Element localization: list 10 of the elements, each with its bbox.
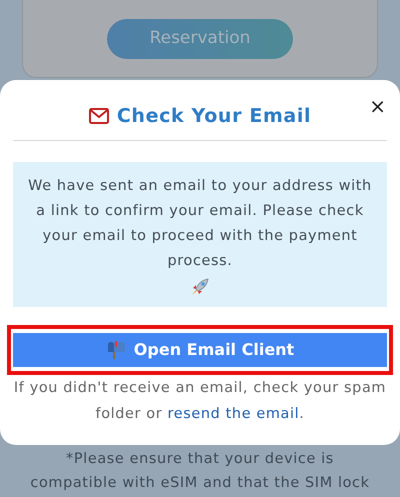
- open-email-client-button[interactable]: Open Email Client: [13, 330, 387, 368]
- close-button[interactable]: ×: [367, 94, 388, 118]
- message-text: We have sent an email to your address with a link to confirm your email. Please check your email to proceed with the payment process.: [27, 176, 373, 270]
- mailbox-icon: [106, 340, 126, 358]
- footer-text: If you didn't receive an email, check your spam folder or resend the email.: [13, 378, 387, 424]
- resend-link[interactable]: resend the email: [168, 406, 300, 422]
- envelope-icon: [88, 108, 109, 124]
- rocket-icon: [189, 276, 211, 298]
- note-text: *Please ensure that your device is compatible with eSIM and that the SIM lock: [29, 450, 371, 492]
- dialog-title: Check Your Email: [116, 104, 312, 129]
